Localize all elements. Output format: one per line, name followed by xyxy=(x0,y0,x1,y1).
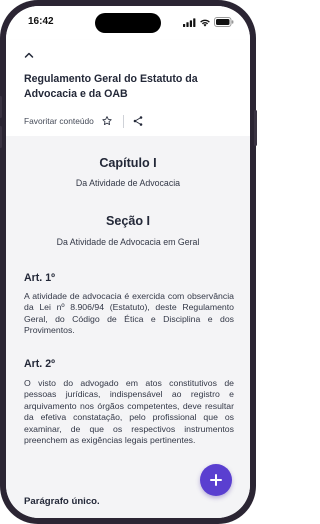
document-header: Regulamento Geral do Estatuto da Advocac… xyxy=(6,40,250,136)
article-text: A atividade de advocacia é exercida com … xyxy=(24,291,234,336)
chapter-subtitle: Da Atividade de Advocacia xyxy=(75,178,181,188)
action-row: Favoritar conteúdo xyxy=(24,113,144,129)
section-subtitle: Da Atividade de Advocacia em Geral xyxy=(56,237,200,247)
favorite-label[interactable]: Favoritar conteúdo xyxy=(24,116,94,126)
status-icons xyxy=(183,17,234,27)
article-title: Art. 2º xyxy=(24,358,55,370)
article-text: O visto do advogado em atos constitutivo… xyxy=(24,378,234,446)
star-outline-icon[interactable] xyxy=(101,115,113,127)
volume-up-button xyxy=(0,96,2,118)
signal-icon xyxy=(183,17,196,27)
chapter-title: Capítulo I xyxy=(99,156,157,170)
add-fab-button[interactable] xyxy=(200,464,232,496)
screen: 16:42 Regulamento Geral do Estatuto da A… xyxy=(6,6,250,518)
chevron-up-icon[interactable] xyxy=(22,48,36,62)
article-title: Art. 1º xyxy=(24,272,55,284)
plus-icon xyxy=(210,474,222,486)
status-bar: 16:42 xyxy=(6,6,250,40)
page-title: Regulamento Geral do Estatuto da Advocac… xyxy=(24,73,198,100)
wifi-icon xyxy=(200,19,210,27)
article-title: Parágrafo único. xyxy=(24,496,100,507)
volume-down-button xyxy=(0,126,2,148)
section-title: Seção I xyxy=(105,214,151,228)
share-icon[interactable] xyxy=(132,115,144,127)
phone-frame: 16:42 Regulamento Geral do Estatuto da A… xyxy=(0,0,257,524)
divider xyxy=(122,114,124,128)
dynamic-island xyxy=(95,13,161,33)
status-time: 16:42 xyxy=(28,16,54,27)
battery-icon xyxy=(214,17,234,27)
power-button xyxy=(254,110,257,146)
document-content: Capítulo I Da Atividade de Advocacia Seç… xyxy=(6,136,250,518)
